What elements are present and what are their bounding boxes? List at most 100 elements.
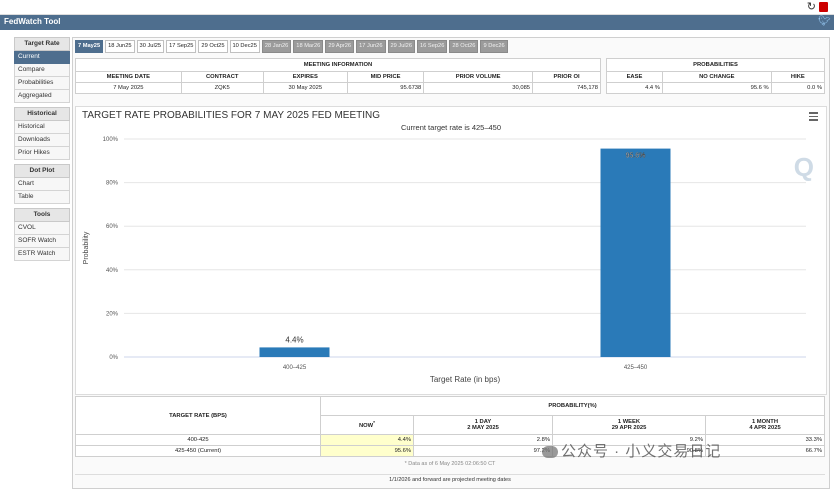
hamburger-menu-icon[interactable] [809, 112, 818, 123]
probability-chart: 0% 20% 40% 60% 80% 100% 4.4% 400–425 95.6% 425–45… [83, 137, 806, 384]
chart-subtitle: Current target rate is 425–450 [400, 123, 502, 132]
tab-7-may25[interactable]: 7 May25 [75, 40, 104, 53]
tab-17-jun26[interactable]: 17 Jun26 [356, 40, 386, 53]
sidebar-item-sofr-watch[interactable]: SOFR Watch [14, 235, 70, 248]
header-1-day-date: 2 MAY 2025 [467, 425, 499, 431]
data-timestamp-note: * Data as of 6 May 2025 02:06:50 CT [404, 461, 496, 467]
chart-panel: 0% 20% 40% 60% 80% 100% 4.4% 400–425 95.6% 425–45… [75, 106, 827, 395]
main-panel: 7 May25 18 Jun25 30 Jul25 17 Sep25 29 Oct25 1… [72, 37, 830, 489]
header-now-label: NOW [358, 422, 374, 429]
sidebar-item-aggregated[interactable]: Aggregated [14, 90, 70, 103]
y-tick-label: 0% [109, 355, 118, 361]
rate-cell: 425-450 (Current) [75, 445, 321, 457]
sidebar-item-cvol[interactable]: CVOL [14, 222, 70, 235]
meeting-information-title: MEETING INFORMATION [75, 58, 601, 72]
wechat-watermark: 公众号 · 小义交易日记 [542, 440, 721, 461]
month-cell: 33.3% [705, 434, 825, 446]
hike-value: 0.0 % [770, 82, 826, 94]
header-probability: PROBABILITY(%) [320, 396, 825, 416]
header-prior-volume: PRIOR VOLUME [423, 71, 534, 83]
app-title-bar: FedWatch Tool 🐦︎ [0, 15, 834, 30]
tab-17-sep25[interactable]: 17 Sep25 [166, 40, 197, 53]
sidebar-item-current[interactable]: Current [14, 51, 70, 64]
tab-29-apr26[interactable]: 29 Apr26 [325, 40, 355, 53]
tab-29-oct25[interactable]: 29 Oct25 [198, 40, 228, 53]
now-cell: 95.6% [320, 445, 414, 457]
x-axis-title: Target Rate (in bps) [430, 375, 501, 384]
top-icons: ↻ [807, 1, 828, 13]
header-no-change: NO CHANGE [661, 71, 772, 83]
sidebar-item-compare[interactable]: Compare [14, 64, 70, 77]
tab-10-dec25[interactable]: 10 Dec25 [229, 40, 260, 53]
twitter-icon[interactable]: 🐦︎ [818, 17, 831, 27]
header-now: NOW* [320, 415, 414, 435]
projected-dates-note: 1/1/2026 and forward are projected meeti… [75, 474, 825, 483]
tab-18-jun25[interactable]: 18 Jun25 [105, 40, 135, 53]
wechat-watermark-text: 公众号 · 小义交易日记 [561, 443, 722, 460]
tab-28-jan26[interactable]: 28 Jan26 [261, 40, 292, 53]
pdf-icon[interactable] [819, 2, 828, 12]
sidebar-section-dot-plot: Dot Plot [14, 164, 70, 178]
header-1-month-date: 4 APR 2025 [749, 425, 781, 431]
header-ease: EASE [606, 71, 663, 83]
app-title: FedWatch Tool [4, 17, 61, 26]
mid-price-value: 95.6738 [346, 82, 425, 94]
tab-18-mar26[interactable]: 18 Mar26 [293, 40, 324, 53]
contract-value: ZQK5 [180, 82, 264, 94]
bar [600, 148, 671, 357]
sidebar-item-estr-watch[interactable]: ESTR Watch [14, 248, 70, 261]
header-1-month: 1 MONTH 4 APR 2025 [705, 415, 825, 435]
prior-volume-value: 30,085 [423, 82, 534, 94]
no-change-value: 95.6 % [661, 82, 772, 94]
sidebar-section-tools: Tools [14, 208, 70, 222]
header-expires: EXPIRES [262, 71, 348, 83]
data-label: 95.6% [626, 153, 646, 160]
data-label: 4.4% [285, 335, 303, 344]
sidebar-item-table[interactable]: Table [14, 191, 70, 204]
sidebar-item-probabilities[interactable]: Probabilities [14, 77, 70, 90]
header-prior-oi: PRIOR OI [532, 71, 601, 83]
sidebar-section-historical: Historical [14, 107, 70, 121]
header-1-week-date: 29 APR 2025 [611, 425, 647, 431]
header-mid-price: MID PRICE [346, 71, 425, 83]
probabilities-table: PROBABILITIES EASE NO CHANGE HIKE 4.4 % … [606, 58, 826, 94]
chart-title: TARGET RATE PROBABILITIES FOR 7 MAY 2025… [82, 110, 381, 121]
y-tick-label: 80% [106, 181, 119, 187]
tab-9-dec26[interactable]: 9 Dec26 [480, 40, 508, 53]
header-hike: HIKE [770, 71, 826, 83]
sidebar-item-downloads[interactable]: Downloads [14, 134, 70, 147]
probabilities-title: PROBABILITIES [606, 58, 825, 72]
tab-16-sep26[interactable]: 16 Sep26 [417, 40, 448, 53]
header-target-rate: TARGET RATE (BPS) [75, 396, 321, 435]
ease-value: 4.4 % [606, 82, 663, 94]
header-meeting-date: MEETING DATE [75, 71, 182, 83]
y-tick-label: 40% [106, 268, 119, 274]
tab-29-jul26[interactable]: 29 Jul26 [387, 40, 416, 53]
wechat-icon [542, 446, 558, 459]
meeting-tabs: 7 May25 18 Jun25 30 Jul25 17 Sep25 29 Oct25 1… [75, 40, 508, 53]
x-tick-label: 425–450 [624, 365, 648, 371]
x-tick-label: 400–425 [283, 365, 307, 371]
y-tick-label: 60% [106, 224, 119, 230]
sidebar-section-target-rate: Target Rate [14, 37, 70, 51]
meeting-date-value: 7 May 2025 [75, 82, 182, 94]
day-cell: 2.8% [413, 434, 553, 446]
y-axis-title: Probability [83, 231, 90, 264]
tab-28-oct26[interactable]: 28 Oct26 [449, 40, 479, 53]
prior-oi-value: 745,178 [532, 82, 601, 94]
meeting-information-table: MEETING INFORMATION MEETING DATE CONTRAC… [75, 58, 601, 94]
y-tick-label: 20% [106, 311, 119, 317]
day-cell: 97.2% [413, 445, 553, 457]
sidebar-item-prior-hikes[interactable]: Prior Hikes [14, 147, 70, 160]
tab-30-jul25[interactable]: 30 Jul25 [136, 40, 165, 53]
header-contract: CONTRACT [180, 71, 264, 83]
expires-value: 30 May 2025 [262, 82, 348, 94]
refresh-icon[interactable]: ↻ [807, 1, 816, 13]
header-1-week: 1 WEEK 29 APR 2025 [552, 415, 706, 435]
now-cell: 4.4% [320, 434, 414, 446]
sidebar-item-historical[interactable]: Historical [14, 121, 70, 134]
sidebar-item-chart[interactable]: Chart [14, 178, 70, 191]
month-cell: 66.7% [705, 445, 825, 457]
top-strip: ↻ [0, 0, 834, 15]
quikstrike-q-logo: Q [793, 152, 814, 182]
